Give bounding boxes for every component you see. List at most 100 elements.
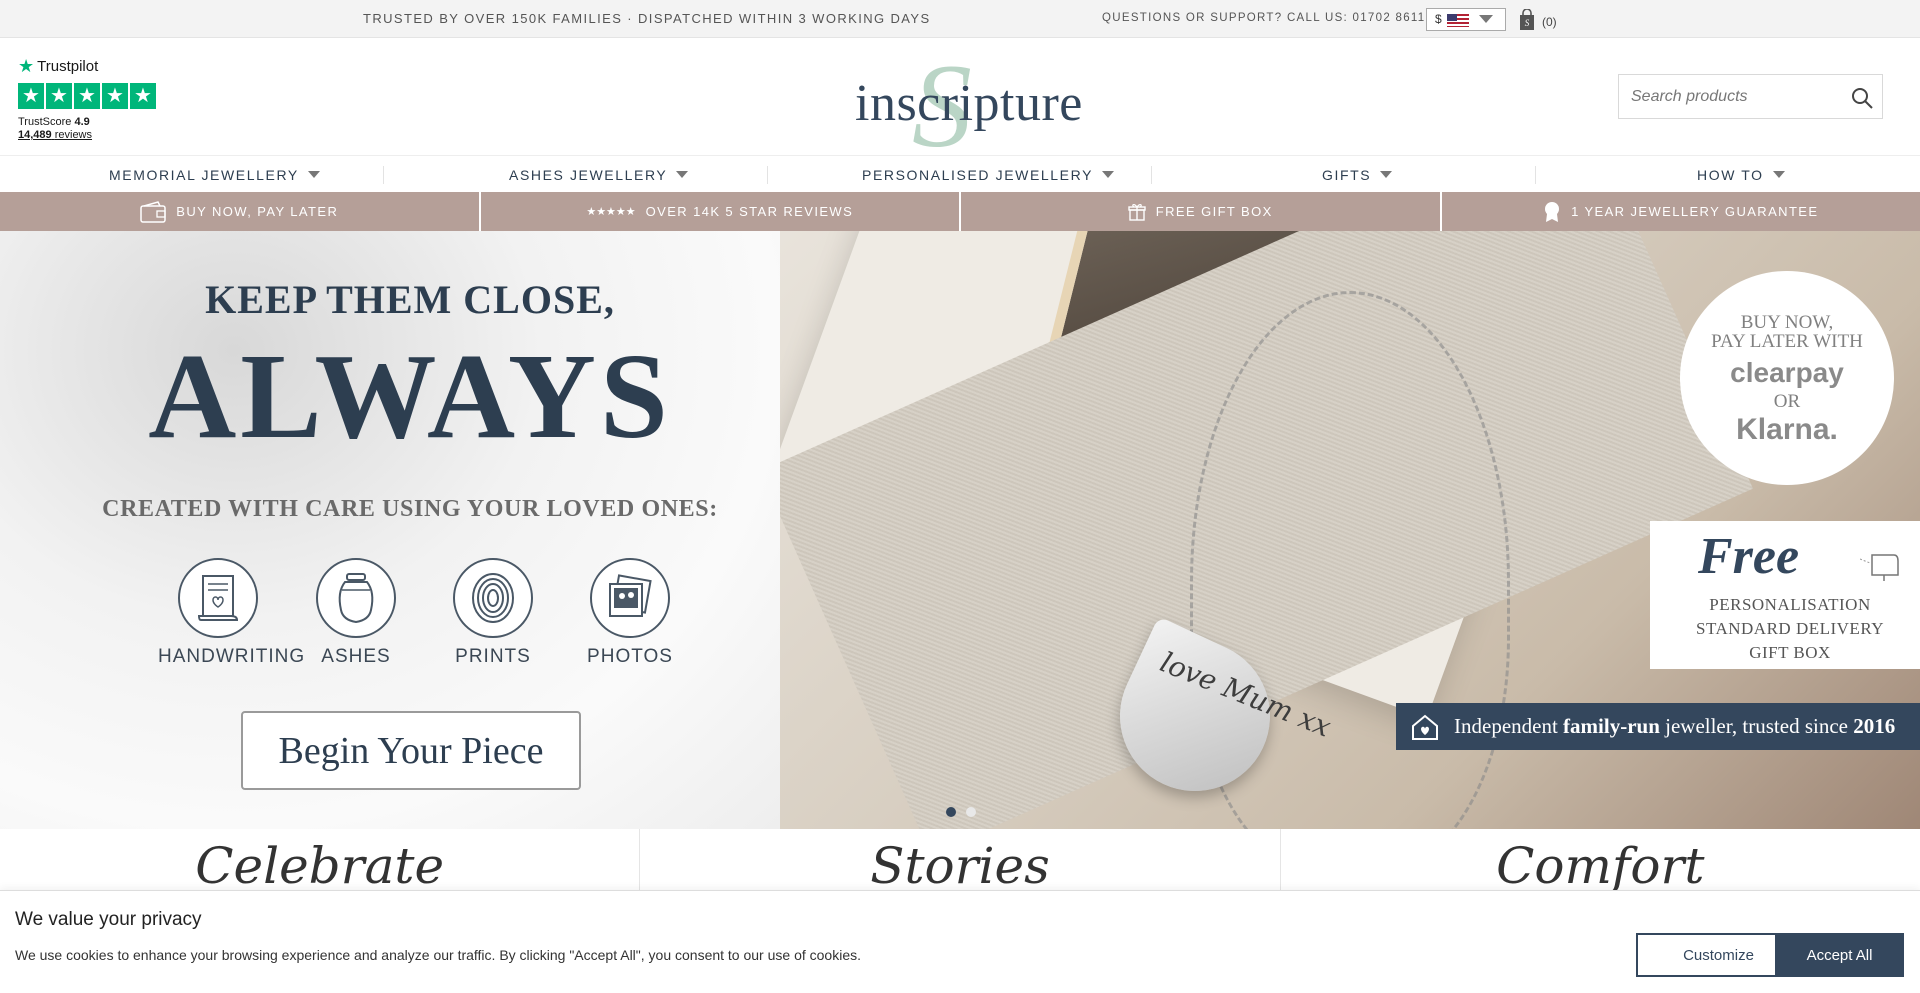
usp-label: FREE GIFT BOX	[1155, 204, 1273, 219]
nav-divider	[767, 166, 768, 184]
clearpay-klarna-badge: BUY NOW, PAY LATER WITH clearpay OR Klar…	[1680, 271, 1894, 485]
nav-label: PERSONALISED JEWELLERY	[862, 166, 1094, 183]
clearpay-line2: PAY LATER WITH	[1711, 331, 1863, 352]
cookie-consent-banner: We value your privacy We use cookies to …	[0, 890, 1920, 993]
trustscore-label: TrustScore	[18, 116, 72, 128]
star-icon: ★	[130, 83, 156, 109]
main-nav: MEMORIAL JEWELLERY ASHES JEWELLERY PERSO…	[0, 155, 1920, 192]
us-flag-icon	[1447, 14, 1469, 27]
feature-prints: PRINTS	[433, 558, 553, 668]
cookie-message: We use cookies to enhance your browsing …	[15, 947, 861, 963]
chevron-down-icon	[307, 171, 320, 178]
clearpay-logo: clearpay	[1730, 356, 1844, 388]
nav-label: GIFTS	[1322, 166, 1372, 183]
trustpilot-reviews-link[interactable]: 14,489 reviews	[18, 129, 92, 141]
feature-photos: PHOTOS	[570, 558, 690, 668]
chevron-down-icon	[1479, 15, 1493, 23]
cookie-title: We value your privacy	[15, 909, 202, 930]
announcement-tagline: TRUSTED BY OVER 150K FAMILIES · DISPATCH…	[363, 11, 931, 26]
svg-text:S: S	[1525, 18, 1530, 28]
chevron-down-icon	[1380, 171, 1393, 178]
family-run-banner: Independent family-run jeweller, trusted…	[1396, 703, 1920, 750]
nav-divider	[1151, 166, 1152, 184]
hero-subheading: CREATED WITH CARE USING YOUR LOVED ONES:	[102, 496, 718, 522]
hero-banner[interactable]: love Mum xx KEEP THEM CLOSE, ALWAYS CREA…	[0, 231, 1920, 829]
usp-reviews[interactable]: ★★★★★ OVER 14K 5 STAR REVIEWS	[480, 192, 959, 231]
trustpilot-logo[interactable]: ★ Trustpilot	[18, 56, 98, 77]
feature-label: ASHES	[321, 646, 391, 667]
star-icon: ★	[102, 83, 128, 109]
house-heart-icon	[1412, 714, 1438, 740]
hero-heading-line1: KEEP THEM CLOSE,	[205, 277, 615, 322]
category-script-title: Celebrate	[195, 837, 445, 895]
family-run-text: Independent family-run jeweller, trusted…	[1454, 714, 1895, 739]
nav-item-gifts[interactable]: GIFTS	[1322, 156, 1393, 193]
usp-bar: BUY NOW, PAY LATER ★★★★★ OVER 14K 5 STAR…	[0, 192, 1920, 231]
wallet-icon	[140, 200, 166, 223]
banner-prefix: Independent	[1454, 714, 1564, 738]
category-script-title: Comfort	[1496, 837, 1705, 895]
begin-your-piece-button[interactable]: Begin Your Piece	[241, 711, 581, 790]
chevron-down-icon	[676, 171, 689, 178]
site-logo[interactable]: S inscripture	[850, 46, 1082, 166]
photos-icon	[590, 558, 670, 638]
clearpay-line1: BUY NOW,	[1740, 312, 1834, 333]
free-title: Free	[1698, 528, 1800, 585]
star-icon: ★	[74, 83, 100, 109]
trustpilot-star-icon: ★	[18, 56, 35, 76]
search-icon[interactable]	[1850, 86, 1874, 110]
search-box	[1618, 74, 1883, 119]
free-offer-item: PERSONALISATION	[1709, 595, 1871, 614]
shopping-bag-icon: S	[1520, 9, 1534, 30]
site-header: ★ Trustpilot ★ ★ ★ ★ ★ TrustScore 4.9 14…	[0, 38, 1920, 166]
clearpay-or: OR	[1773, 390, 1801, 412]
usp-free-gift-box[interactable]: FREE GIFT BOX	[961, 192, 1440, 231]
free-offer-list: PERSONALISATION STANDARD DELIVERY GIFT B…	[1650, 593, 1920, 665]
search-input[interactable]	[1619, 75, 1839, 118]
trustpilot-stars: ★ ★ ★ ★ ★	[18, 83, 156, 109]
nav-label: HOW TO	[1697, 166, 1764, 183]
usp-guarantee[interactable]: 1 YEAR JEWELLERY GUARANTEE	[1441, 192, 1920, 231]
nav-item-ashes-jewellery[interactable]: ASHES JEWELLERY	[509, 156, 689, 193]
feature-ashes: ASHES	[296, 558, 416, 668]
support-phone-text[interactable]: QUESTIONS OR SUPPORT? CALL US: 01702 861…	[1102, 12, 1441, 24]
feature-handwriting: HANDWRITING	[158, 558, 306, 668]
fingerprint-icon	[453, 558, 533, 638]
free-offer-card: Free PERSONALISATION STANDARD DELIVERY G…	[1650, 521, 1920, 669]
logo-wordmark: inscripture	[855, 75, 1083, 132]
nav-divider	[1535, 166, 1536, 184]
banner-middle: jeweller, trusted since	[1659, 714, 1854, 738]
reviews-count: 14,489	[18, 129, 52, 141]
usp-buy-now-pay-later[interactable]: BUY NOW, PAY LATER	[0, 192, 479, 231]
feature-label: PHOTOS	[587, 646, 673, 667]
currency-selector[interactable]: $	[1426, 8, 1506, 31]
star-icon: ★	[46, 83, 72, 109]
urn-icon	[316, 558, 396, 638]
slider-dot-1[interactable]	[946, 807, 956, 817]
stars-icon: ★★★★★	[586, 206, 636, 218]
accept-all-button[interactable]: Accept All	[1775, 933, 1904, 977]
slider-dot-2[interactable]	[966, 807, 976, 817]
trustscore: TrustScore 4.9	[18, 116, 90, 128]
nav-divider	[383, 166, 384, 184]
nav-item-personalised-jewellery[interactable]: PERSONALISED JEWELLERY	[862, 156, 1115, 193]
usp-label: BUY NOW, PAY LATER	[176, 204, 339, 219]
reviews-word: reviews	[54, 129, 93, 141]
hero-heading-always: ALWAYS	[148, 329, 672, 464]
gift-icon	[1128, 203, 1146, 221]
nav-item-memorial-jewellery[interactable]: MEMORIAL JEWELLERY	[109, 156, 320, 193]
chevron-down-icon	[1102, 171, 1115, 178]
star-icon: ★	[18, 83, 44, 109]
category-script-title: Stories	[870, 837, 1050, 895]
feature-label: HANDWRITING	[158, 646, 306, 667]
banner-bold-family-run: family-run	[1563, 714, 1660, 738]
usp-label: 1 YEAR JEWELLERY GUARANTEE	[1571, 204, 1819, 219]
nav-item-how-to[interactable]: HOW TO	[1697, 156, 1785, 193]
slider-dots	[946, 807, 976, 817]
nav-label: ASHES JEWELLERY	[509, 166, 668, 183]
announcement-bar: TRUSTED BY OVER 150K FAMILIES · DISPATCH…	[0, 0, 1920, 38]
banner-bold-year: 2016	[1853, 714, 1896, 738]
klarna-logo: Klarna.	[1736, 412, 1838, 446]
chevron-down-icon	[1772, 171, 1785, 178]
free-offer-item: STANDARD DELIVERY	[1696, 619, 1884, 638]
